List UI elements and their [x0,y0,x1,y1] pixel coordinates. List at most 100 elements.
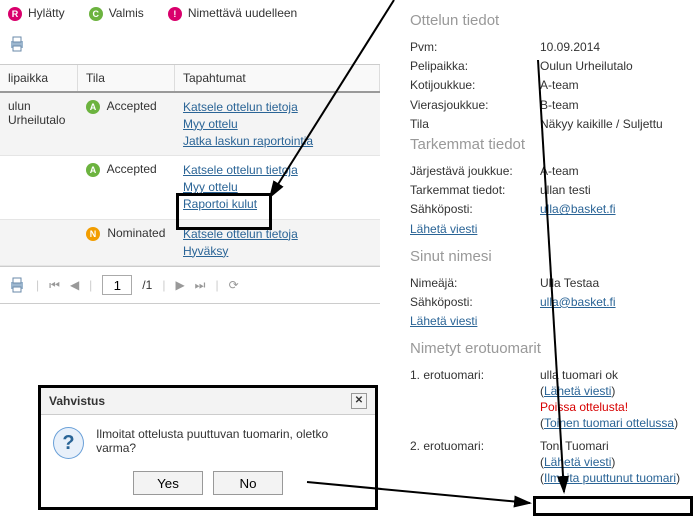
label-sahkoposti: Sähköposti: [410,201,540,217]
legend-hylatty: RHylätty [8,6,71,21]
value-nimeaja: Ulla Testaa [540,275,688,291]
label-erotuomari2: 2. erotuomari: [410,438,540,487]
link-laheta-viesti-tark[interactable]: Lähetä viesti [410,222,477,236]
legend-nimettava: !Nimettävä uudelleen [168,6,303,21]
last-page-icon[interactable]: ⏭ [195,278,206,293]
grid-header: lipaikka Tila Tapahtumat [0,64,380,93]
dialog-message: Ilmoitat ottelusta puuttuvan tuomarin, o… [96,427,363,455]
status-text: Accepted [107,162,157,176]
link-katsele-ottelun-tietoja[interactable]: Katsele ottelun tietoja [183,226,372,243]
refresh-icon[interactable]: ⟳ [229,278,239,292]
value-erotuomari1: ulla tuomari ok (Lähetä viesti) Poissa o… [540,367,688,432]
table-row: N Nominated Katsele ottelun tietoja Hyvä… [0,220,380,267]
divider: | [215,278,218,292]
cell-status: A Accepted [78,156,175,218]
link-email-tark[interactable]: ulla@basket.fi [540,202,616,216]
col-tila[interactable]: Tila [78,65,175,91]
value-pelipaikka: Oulun Urheilutalo [540,58,688,74]
link-raportoi-kulut[interactable]: Raportoi kulut [183,196,372,213]
reject-icon: R [8,7,22,21]
link-myy-ottelu[interactable]: Myy ottelu [183,179,372,196]
link-laheta-viesti-ref1[interactable]: Lähetä viesti [544,384,611,398]
value-vierasjoukkue: B-team [540,97,688,113]
status-text: Nominated [107,226,165,240]
print-button[interactable] [8,276,26,294]
label-pelipaikka: Pelipaikka: [410,58,540,74]
page-total: /1 [142,278,152,292]
dialog-buttons: Yes No [41,471,375,507]
right-pane: Ottelun tiedot Pvm:10.09.2014 Pelipaikka… [404,0,694,520]
cell-actions: Katsele ottelun tietoja Hyväksy [175,220,380,266]
yes-button[interactable]: Yes [133,471,203,495]
divider: | [89,278,92,292]
label-sahkoposti2: Sähköposti: [410,294,540,310]
status-text: Accepted [107,99,157,113]
accepted-icon: A [86,100,100,114]
label-jarjestava: Järjestävä joukkue: [410,163,540,179]
link-katsele-ottelun-tietoja[interactable]: Katsele ottelun tietoja [183,99,372,116]
divider: | [162,278,165,292]
section-nimetyt-erotuomarit: Nimetyt erotuomarit [410,340,688,357]
label-pvm: Pvm: [410,39,540,55]
dialog-body: ? Ilmoitat ottelusta puuttuvan tuomarin,… [41,415,375,471]
cell-place [0,220,78,266]
ref1-away: Poissa ottelusta! [540,399,688,415]
complete-icon: C [89,7,103,21]
value-pvm: 10.09.2014 [540,39,688,55]
nominated-icon: N [86,227,100,241]
link-laheta-viesti-nimesi[interactable]: Lähetä viesti [410,314,477,328]
section-ottelun-tiedot: Ottelun tiedot [410,12,688,29]
print-button[interactable] [8,35,26,53]
no-button[interactable]: No [213,471,283,495]
link-email-nimesi[interactable]: ulla@basket.fi [540,295,616,309]
first-page-icon[interactable]: ⏮ [49,278,60,293]
label-tila: Tila [410,116,540,132]
ref1-name: ulla tuomari ok [540,367,688,383]
dialog-titlebar: Vahvistus ✕ [41,388,375,415]
link-ilmoita-puuttunut[interactable]: Ilmoita puuttunut tuomari [544,471,676,485]
label-erotuomari1: 1. erotuomari: [410,367,540,432]
label-kotijoukkue: Kotijoukkue: [410,77,540,93]
pager: | ⏮ ◀ | /1 | ▶ ⏭ | ⟳ [0,266,380,304]
col-pelipaikka[interactable]: lipaikka [0,65,78,91]
cell-actions: Katsele ottelun tietoja Myy ottelu Jatka… [175,93,380,155]
value-erotuomari2: Toni Tuomari (Lähetä viesti) (Ilmoita pu… [540,438,688,487]
table-row: A Accepted Katsele ottelun tietoja Myy o… [0,156,380,219]
value-tarkemmat: ullan testi [540,182,688,198]
rename-icon: ! [168,7,182,21]
cell-status: N Nominated [78,220,175,266]
link-laheta-viesti-ref2[interactable]: Lähetä viesti [544,455,611,469]
label-tarkemmat: Tarkemmat tiedot: [410,182,540,198]
section-sinut-nimesi: Sinut nimesi [410,248,688,265]
grid-body: ulun Urheilutalo A Accepted Katsele otte… [0,93,380,266]
col-tapahtumat[interactable]: Tapahtumat [175,65,380,91]
link-jatka-laskun[interactable]: Jatka laskun raportointia [183,133,372,150]
table-row: ulun Urheilutalo A Accepted Katsele otte… [0,93,380,156]
cell-place: ulun Urheilutalo [0,93,78,155]
value-jarjestava: A-team [540,163,688,179]
value-tila: Näkyy kaikille / Suljettu [540,116,688,132]
question-icon: ? [53,427,84,459]
next-page-icon[interactable]: ▶ [175,278,184,292]
cell-actions: Katsele ottelun tietoja Myy ottelu Rapor… [175,156,380,218]
toolbar [0,31,380,64]
section-tarkemmat-tiedot: Tarkemmat tiedot [410,136,688,153]
accepted-icon: A [86,163,100,177]
status-legend: RHylätty CValmis !Nimettävä uudelleen [0,0,380,31]
link-toinen-tuomari[interactable]: Toinen tuomari ottelussa [544,416,674,430]
link-hyvaksy[interactable]: Hyväksy [183,243,372,260]
dialog-title-text: Vahvistus [49,394,105,408]
link-myy-ottelu[interactable]: Myy ottelu [183,116,372,133]
legend-valmis: CValmis [89,6,150,21]
cell-place [0,156,78,218]
page-input[interactable] [102,275,132,295]
confirm-dialog: Vahvistus ✕ ? Ilmoitat ottelusta puuttuv… [38,385,378,510]
label-vierasjoukkue: Vierasjoukkue: [410,97,540,113]
ref2-name: Toni Tuomari [540,438,688,454]
link-katsele-ottelun-tietoja[interactable]: Katsele ottelun tietoja [183,162,372,179]
divider: | [36,278,39,292]
prev-page-icon[interactable]: ◀ [70,278,79,292]
label-nimeaja: Nimeäjä: [410,275,540,291]
close-icon[interactable]: ✕ [351,393,367,409]
value-kotijoukkue: A-team [540,77,688,93]
